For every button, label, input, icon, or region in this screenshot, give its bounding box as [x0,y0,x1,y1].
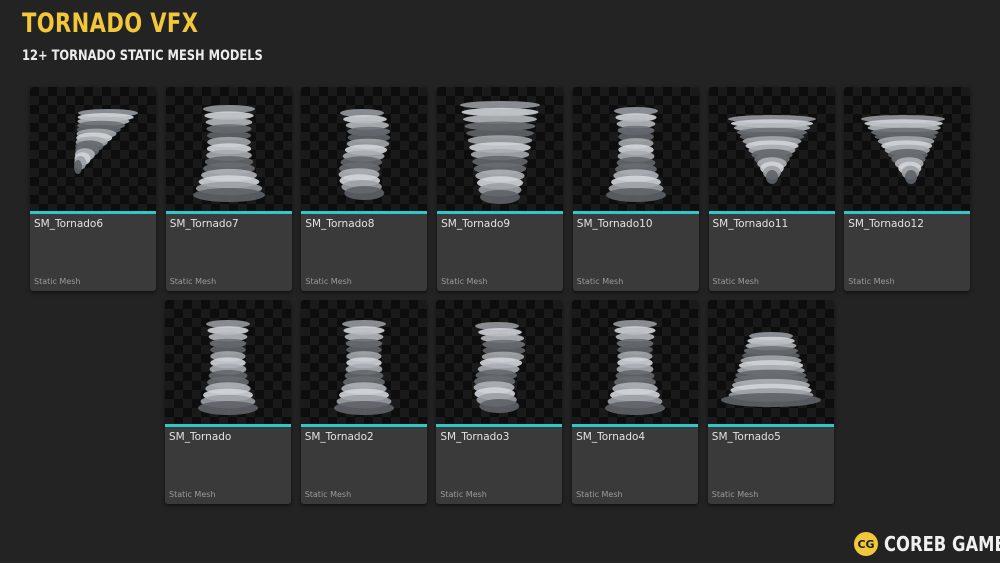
asset-type-color-bar [300,424,427,427]
asset-type-label: Static Mesh [441,277,488,286]
asset-name: SM_Tornado11 [712,218,789,230]
asset-name: SM_Tornado8 [305,218,375,230]
asset-name: SM_Tornado2 [304,431,374,443]
asset-thumbnail [708,87,835,211]
asset-card[interactable]: SM_Tornado10 Static Mesh [572,87,699,291]
asset-type-label: Static Mesh [711,490,759,499]
asset-card[interactable]: SM_Tornado12 Static Mesh [844,87,971,291]
asset-card[interactable]: SM_Tornado2 Static Mesh [300,300,427,504]
asset-name: SM_Tornado10 [576,218,653,230]
asset-thumbnail [300,300,427,424]
asset-type-label: Static Mesh [169,490,216,499]
asset-name: SM_Tornado12 [848,218,924,230]
asset-type-color-bar [436,424,563,427]
asset-type-label: Static Mesh [576,490,623,499]
asset-name: SM_Tornado3 [440,431,510,443]
asset-type-label: Static Mesh [304,490,352,499]
asset-thumbnail [165,87,292,211]
asset-type-color-bar [30,211,156,214]
asset-type-color-bar [844,211,971,214]
asset-card[interactable]: SM_Tornado Static Mesh [165,300,291,504]
asset-type-color-bar [572,211,699,214]
asset-type-label: Static Mesh [34,277,81,286]
asset-type-label: Static Mesh [576,277,624,286]
asset-thumbnail [30,87,156,211]
asset-card[interactable]: SM_Tornado8 Static Mesh [301,87,428,291]
asset-name: SM_Tornado6 [34,218,104,230]
asset-type-label: Static Mesh [712,277,759,286]
asset-thumbnail [844,87,971,211]
asset-thumbnail [572,300,699,424]
asset-thumbnail [572,87,699,211]
page-title: TORNADO VFX [22,8,199,39]
asset-name: SM_Tornado4 [576,431,646,443]
asset-type-color-bar [165,211,292,214]
brand-logo: CG COREB GAMES [854,531,1000,557]
brand-name: COREB GAMES [884,532,1000,556]
asset-type-color-bar [437,211,564,214]
asset-name: SM_Tornado [169,431,232,443]
asset-card[interactable]: SM_Tornado9 Static Mesh [437,87,564,291]
asset-card[interactable]: SM_Tornado5 Static Mesh [707,300,834,504]
asset-card[interactable]: SM_Tornado11 Static Mesh [708,87,835,291]
asset-thumbnail [165,300,291,424]
asset-card[interactable]: SM_Tornado4 Static Mesh [572,300,699,504]
asset-name: SM_Tornado5 [711,431,781,443]
asset-card[interactable]: SM_Tornado7 Static Mesh [165,87,292,291]
page-subtitle: 12+ TORNADO STATIC MESH MODELS [22,48,263,64]
asset-type-label: Static Mesh [169,277,217,286]
asset-type-label: Static Mesh [305,277,352,286]
asset-card[interactable]: SM_Tornado6 Static Mesh [30,87,156,291]
asset-name: SM_Tornado7 [169,218,239,230]
asset-type-color-bar [708,211,835,214]
asset-card[interactable]: SM_Tornado3 Static Mesh [436,300,563,504]
asset-thumbnail [436,300,563,424]
asset-type-color-bar [165,424,291,427]
asset-type-color-bar [301,211,428,214]
asset-thumbnail [437,87,564,211]
asset-thumbnail [301,87,428,211]
brand-badge: CG [854,532,878,556]
asset-name: SM_Tornado9 [441,218,511,230]
asset-type-color-bar [572,424,699,427]
asset-type-color-bar [707,424,834,427]
asset-thumbnail [707,300,834,424]
asset-type-label: Static Mesh [440,490,487,499]
asset-type-label: Static Mesh [848,277,895,286]
